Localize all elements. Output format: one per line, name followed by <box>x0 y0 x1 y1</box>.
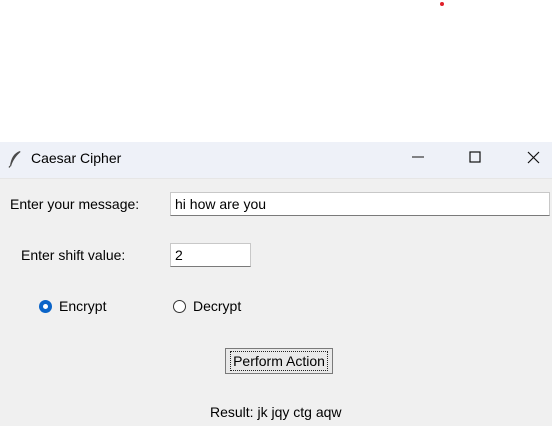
window-title: Caesar Cipher <box>31 150 122 166</box>
radio-selected-icon <box>39 299 52 313</box>
close-button[interactable] <box>510 142 552 176</box>
red-marker-dot <box>440 2 444 6</box>
decrypt-radio[interactable]: Decrypt <box>173 298 241 314</box>
close-icon <box>527 151 540 168</box>
maximize-icon <box>469 151 481 167</box>
minimize-icon <box>412 151 424 167</box>
encrypt-radio-label: Encrypt <box>59 298 107 314</box>
perform-action-button[interactable]: Perform Action <box>225 348 333 374</box>
shift-label: Enter shift value: <box>21 247 126 263</box>
title-bar[interactable]: Caesar Cipher <box>0 142 552 179</box>
app-window: Caesar Cipher Enter your message: hi how… <box>0 142 552 426</box>
minimize-button[interactable] <box>395 142 441 176</box>
result-text: Result: jk jqy ctg aqw <box>210 404 342 420</box>
maximize-button[interactable] <box>452 142 498 176</box>
shift-input[interactable]: 2 <box>170 243 251 267</box>
perform-action-label: Perform Action <box>230 351 328 371</box>
decrypt-radio-label: Decrypt <box>193 298 242 314</box>
message-label: Enter your message: <box>10 196 140 212</box>
feather-icon <box>8 150 22 168</box>
radio-unselected-icon <box>173 299 186 313</box>
message-input[interactable]: hi how are you <box>170 192 550 216</box>
encrypt-radio[interactable]: Encrypt <box>39 298 106 314</box>
